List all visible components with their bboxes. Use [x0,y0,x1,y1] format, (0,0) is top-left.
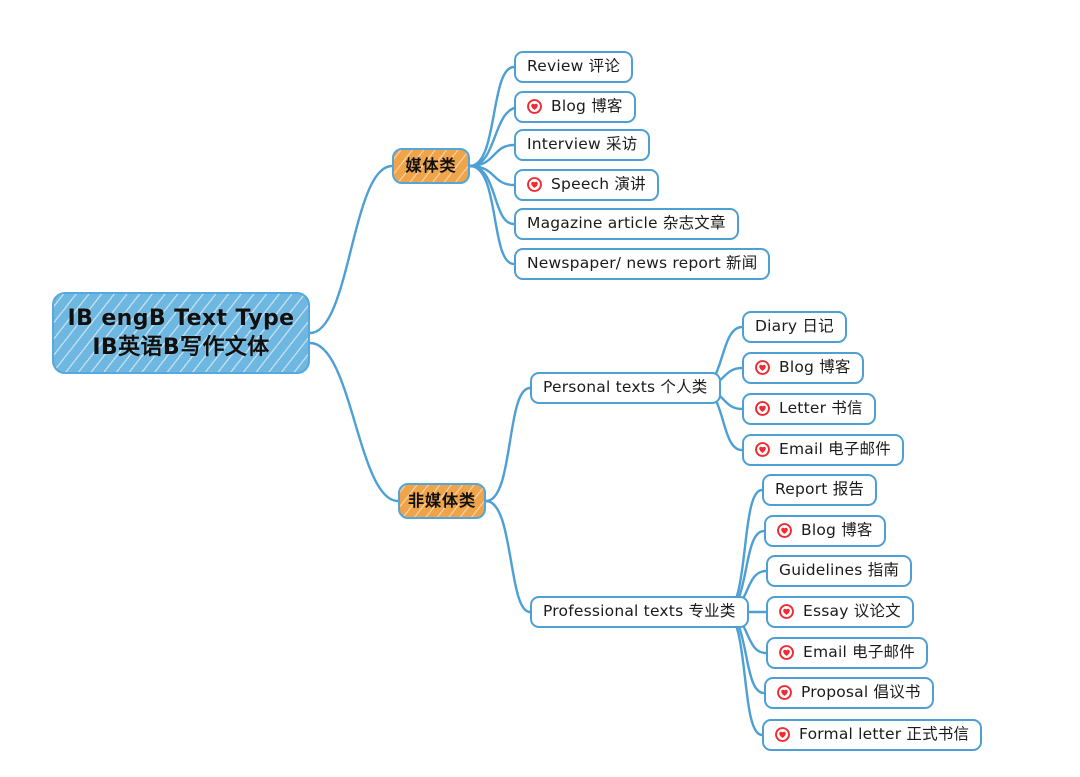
leaf-label: Interview 采访 [527,135,638,154]
category-node-non-media[interactable]: 非媒体类 [398,483,486,519]
leaf-label: Email 电子邮件 [779,440,891,459]
heart-circle-icon [755,442,770,457]
leaf-node-email-personal[interactable]: Email 电子邮件 [742,434,904,466]
link-nonmedia-personal [484,386,532,503]
link-root-media [308,164,394,335]
root-title-en: IB engB Text Type [67,305,295,331]
leaf-label: Diary 日记 [755,317,834,336]
mindmap-canvas: IB engB Text Type IB英语B写作文体 媒体类 Review 评… [0,0,1080,777]
heart-circle-icon [775,727,790,742]
heart-circle-icon [527,99,542,114]
heart-circle-icon [777,523,792,538]
leaf-node-diary[interactable]: Diary 日记 [742,311,847,343]
root-title-zh: IB英语B写作文体 [92,335,270,360]
heart-circle-icon [779,645,794,660]
leaf-node-interview[interactable]: Interview 采访 [514,129,651,161]
link-media-1 [468,105,522,168]
link-professional-0 [722,488,764,614]
leaf-node-blog-professional[interactable]: Blog 博客 [764,515,886,547]
leaf-node-essay[interactable]: Essay 议论文 [766,596,914,628]
group-node-professional-texts[interactable]: Professional texts 专业类 [530,596,749,628]
leaf-label: Blog 博客 [779,358,851,377]
leaf-node-proposal[interactable]: Proposal 倡议书 [764,677,934,709]
root-node[interactable]: IB engB Text Type IB英语B写作文体 [52,292,310,374]
leaf-node-newspaper-report[interactable]: Newspaper/ news report 新闻 [514,248,771,280]
leaf-label: Formal letter 正式书信 [799,725,970,744]
leaf-node-letter[interactable]: Letter 书信 [742,393,876,425]
heart-circle-icon [755,401,770,416]
leaf-label: Letter 书信 [779,399,863,418]
leaf-label: Essay 议论文 [803,602,901,621]
group-node-personal-texts[interactable]: Personal texts 个人类 [530,372,721,404]
leaf-label: Magazine article 杂志文章 [527,214,726,233]
heart-circle-icon [777,685,792,700]
link-nonmedia-professional [484,499,532,614]
link-media-3 [468,164,516,187]
category-label-non-media: 非媒体类 [408,491,477,510]
link-media-0 [468,65,516,168]
link-professional-6 [722,610,764,737]
leaf-label: Review 评论 [527,57,621,76]
leaf-label: Blog 博客 [801,521,873,540]
category-label-media: 媒体类 [405,156,457,175]
leaf-label: Speech 演讲 [551,175,646,194]
leaf-node-blog-media[interactable]: Blog 博客 [514,91,636,123]
group-label: Professional texts 专业类 [543,602,736,621]
leaf-label: Report 报告 [775,480,865,499]
leaf-label: Guidelines 指南 [779,561,900,580]
leaf-label: Newspaper/ news report 新闻 [527,254,758,273]
leaf-node-review[interactable]: Review 评论 [514,51,634,83]
leaf-label: Email 电子邮件 [803,643,915,662]
leaf-node-blog-personal[interactable]: Blog 博客 [742,352,864,384]
leaf-label: Proposal 倡议书 [801,683,921,702]
heart-circle-icon [527,177,542,192]
category-node-media[interactable]: 媒体类 [392,148,470,184]
heart-circle-icon [755,360,770,375]
leaf-node-report[interactable]: Report 报告 [762,474,878,506]
leaf-node-speech[interactable]: Speech 演讲 [514,169,659,201]
link-media-4 [468,164,516,226]
leaf-node-magazine-article[interactable]: Magazine article 杂志文章 [514,208,739,240]
link-root-nonmedia [308,341,400,503]
leaf-node-guidelines[interactable]: Guidelines 指南 [766,555,913,587]
leaf-label: Blog 博客 [551,97,623,116]
group-label: Personal texts 个人类 [543,378,708,397]
heart-circle-icon [779,604,794,619]
leaf-node-formal-letter[interactable]: Formal letter 正式书信 [762,719,983,751]
link-media-2 [468,143,516,168]
leaf-node-email-professional[interactable]: Email 电子邮件 [766,637,928,669]
link-media-5 [468,164,516,266]
